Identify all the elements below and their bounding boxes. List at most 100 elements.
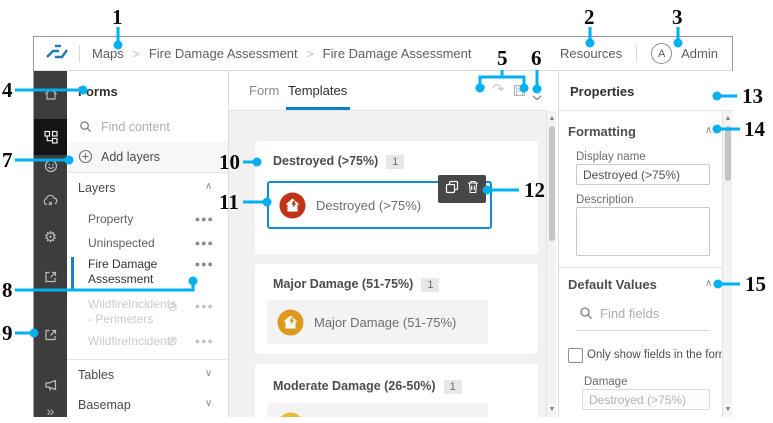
group-title-text: Moderate Damage (26-50%): [273, 379, 436, 393]
description-textarea[interactable]: [576, 207, 710, 256]
find-fields-placeholder[interactable]: Find fields: [600, 306, 659, 321]
layer-row-uninspected[interactable]: Uninspected ●●●: [67, 233, 228, 255]
layer-label: Property: [88, 212, 134, 226]
chevron-up-icon[interactable]: ∧: [705, 278, 712, 289]
avatar[interactable]: A: [651, 43, 673, 64]
overflow-menu-icon[interactable]: ●●●: [195, 336, 214, 346]
sharing-icon[interactable]: [34, 268, 67, 286]
default-values-section-header[interactable]: Default Values: [568, 277, 657, 292]
geofences-icon[interactable]: [34, 157, 67, 175]
delete-trash-icon[interactable]: [467, 180, 479, 199]
callout-12: 12: [524, 178, 545, 202]
settings-gear-icon[interactable]: ⚙: [34, 229, 67, 247]
chevron-up-icon[interactable]: ∧: [705, 125, 712, 136]
divider: [67, 359, 228, 360]
properties-panel: Properties Formatting ∧ Display name Des…: [559, 71, 733, 417]
template-hover-toolbar: [438, 175, 486, 203]
basemap-section-header[interactable]: Basemap: [78, 398, 131, 412]
scroll-down-arrow[interactable]: ▼: [723, 406, 733, 413]
divider: [559, 267, 722, 268]
templates-scrollbar[interactable]: ▲ ▼: [546, 111, 556, 417]
formatting-section-header[interactable]: Formatting: [568, 124, 636, 139]
home-icon[interactable]: [34, 85, 67, 103]
group-title: Major Damage (51-75%) 1: [273, 277, 440, 292]
count-badge: 1: [443, 380, 462, 394]
search-underline: [576, 330, 710, 331]
template-group-destroyed: Destroyed (>75%) 1 Destroyed (>75%): [255, 141, 538, 254]
only-show-fields-checkbox[interactable]: [568, 348, 583, 363]
scroll-down-arrow[interactable]: ▼: [547, 406, 557, 413]
callout-8: 8: [2, 278, 13, 302]
chevron-down-icon: ∨: [205, 368, 213, 379]
layers-section-header[interactable]: Layers: [78, 181, 116, 195]
layer-row-fire-damage-assessment[interactable]: Fire Damage Assessment ●●●: [67, 255, 228, 291]
user-menu-admin[interactable]: Admin: [681, 46, 718, 61]
resources-menu[interactable]: Resources: [560, 46, 622, 61]
redo-icon[interactable]: ↷: [492, 80, 505, 98]
layer-row-wildfire-perimeters[interactable]: WildfireIncidents - Perimeters ⊘ ●●●: [67, 295, 228, 329]
chevron-up-icon: ∧: [205, 181, 213, 192]
template-group-moderate-damage: Moderate Damage (26-50%) 1 Moderate Damag…: [255, 364, 538, 417]
search-icon: [579, 306, 593, 325]
callout-4: 4: [2, 78, 13, 102]
prohibited-icon: ⊘: [167, 333, 178, 348]
offline-cloud-icon[interactable]: [34, 192, 67, 210]
group-title-text: Destroyed (>75%): [273, 154, 379, 168]
tables-section-header[interactable]: Tables: [78, 368, 114, 382]
arcgis-field-maps-logo[interactable]: [45, 41, 70, 67]
forms-panel-title: Forms: [78, 84, 118, 99]
scrollbar-thumb[interactable]: [549, 126, 555, 241]
divider: [79, 45, 80, 62]
overflow-menu-icon[interactable]: ●●●: [195, 238, 214, 248]
layer-row-wildfire-incidents[interactable]: WildfireIncidents ⊘ ●●●: [67, 331, 228, 353]
overflow-menu-icon[interactable]: ●●●: [195, 259, 214, 269]
save-menu-chevron-icon[interactable]: [532, 88, 542, 106]
undo-icon[interactable]: ↶: [474, 80, 487, 98]
prohibited-icon: ⊘: [167, 299, 178, 314]
template-item-major-damage[interactable]: Major Damage (51-75%): [267, 300, 488, 344]
add-circle-icon: [78, 149, 93, 169]
callout-9: 9: [2, 321, 13, 345]
overflow-menu-icon[interactable]: ●●●: [195, 301, 214, 311]
add-layers-label: Add layers: [101, 150, 161, 164]
breadcrumb-map-name[interactable]: Fire Damage Assessment: [149, 46, 298, 61]
scroll-up-arrow[interactable]: ▲: [723, 115, 733, 122]
feedback-megaphone-icon[interactable]: [34, 376, 67, 394]
collapse-sidebar-icon[interactable]: »: [34, 402, 67, 420]
description-label: Description: [576, 194, 634, 206]
tab-templates[interactable]: Templates: [288, 83, 347, 98]
overflow-menu-icon[interactable]: ●●●: [195, 214, 214, 224]
tab-form[interactable]: Form: [249, 83, 279, 98]
properties-scrollbar[interactable]: ▲ ▼: [722, 111, 732, 417]
app-window: Maps > Fire Damage Assessment > Fire Dam…: [33, 36, 733, 420]
destroyed-house-icon: [279, 192, 306, 219]
scroll-up-arrow[interactable]: ▲: [547, 115, 557, 122]
group-title: Destroyed (>75%) 1: [273, 154, 405, 169]
breadcrumb-maps[interactable]: Maps: [92, 46, 124, 61]
find-content-search[interactable]: Find content: [67, 112, 228, 143]
open-in-map-viewer-icon[interactable]: [34, 326, 67, 344]
duplicate-icon[interactable]: [445, 180, 459, 199]
search-icon: [79, 120, 92, 138]
forms-icon[interactable]: [34, 128, 67, 146]
layer-row-property[interactable]: Property ●●●: [67, 209, 228, 231]
chevron-down-icon: ∨: [205, 398, 213, 409]
template-item-label: Major Damage (51-75%): [314, 314, 457, 330]
app-sidebar: ⚙ »: [34, 71, 67, 420]
callout-1: 1: [112, 5, 123, 29]
add-layers-button[interactable]: Add layers: [67, 142, 228, 173]
damage-field-label: Damage: [584, 376, 628, 388]
callout-2: 2: [584, 5, 595, 29]
display-name-input[interactable]: [576, 164, 710, 185]
damage-field-value[interactable]: [582, 389, 710, 410]
scrollbar-thumb[interactable]: [725, 126, 731, 181]
chevron-right-icon: >: [306, 46, 314, 61]
breadcrumb-current: Fire Damage Assessment: [322, 46, 472, 61]
selected-layer-indicator: [71, 257, 74, 289]
major-damage-house-icon: [277, 309, 304, 336]
template-item-moderate-damage[interactable]: Moderate Damage (26-50%): [267, 403, 488, 417]
chevron-right-icon: >: [132, 46, 140, 61]
moderate-damage-house-icon: [277, 412, 304, 417]
save-icon[interactable]: [512, 83, 527, 103]
count-badge: 1: [421, 278, 440, 292]
